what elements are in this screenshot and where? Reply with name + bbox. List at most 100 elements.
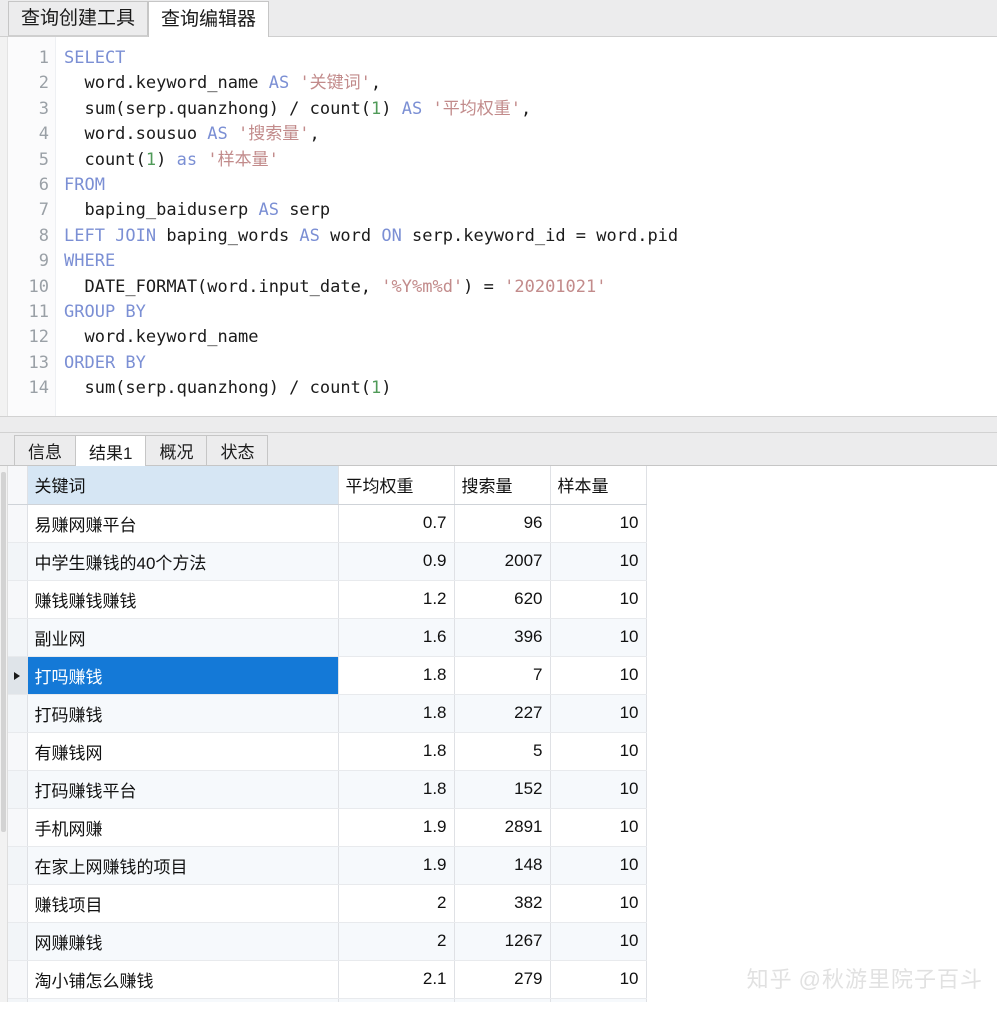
table-row[interactable]: 赚钱项目 2 382 10: [8, 884, 647, 923]
cell-avg-weight[interactable]: 1.8: [338, 694, 455, 733]
cell-avg-weight[interactable]: 2: [338, 922, 455, 961]
table-row[interactable]: 打码赚钱 1.8 227 10: [8, 694, 647, 733]
cell-sample-count[interactable]: 10: [550, 808, 647, 847]
row-indicator-cell[interactable]: [8, 732, 28, 771]
row-indicator-cell[interactable]: [8, 504, 28, 543]
cell-search-count[interactable]: 279: [454, 960, 551, 999]
row-indicator-cell[interactable]: [8, 694, 28, 733]
table-row[interactable]: 易赚网赚平台 0.7 96 10: [8, 504, 647, 543]
tab-result-1[interactable]: 结果1: [75, 435, 147, 466]
cell-avg-weight[interactable]: 2.1: [338, 998, 455, 1002]
cell-search-count[interactable]: 148: [454, 846, 551, 885]
cell-search-count[interactable]: 5: [454, 732, 551, 771]
cell-sample-count[interactable]: 10: [550, 960, 647, 999]
cell-keyword[interactable]: 淘小铺怎么赚钱: [27, 960, 339, 999]
cell-search-count[interactable]: 2007: [454, 542, 551, 581]
table-row[interactable]: 打码赚钱平台 1.8 152 10: [8, 770, 647, 809]
cell-avg-weight[interactable]: 1.2: [338, 580, 455, 619]
results-table[interactable]: 关键词 平均权重 搜索量 样本量 易赚网赚平台 0.7 96 10 中学生赚钱的40个方…: [8, 466, 647, 1002]
cell-keyword[interactable]: 手机网赚: [27, 808, 339, 847]
table-row[interactable]: 有赚钱网 1.8 5 10: [8, 732, 647, 771]
table-row[interactable]: 网赚赚钱 2 1267 10: [8, 922, 647, 961]
table-row[interactable]: 淘小铺怎么赚钱 2.1 279 10: [8, 960, 647, 999]
row-indicator-cell[interactable]: [8, 770, 28, 809]
cell-keyword[interactable]: 在家上网赚钱的项目: [27, 846, 339, 885]
row-indicator-cell[interactable]: [8, 580, 28, 619]
cell-sample-count[interactable]: 10: [550, 656, 647, 695]
row-indicator-cell[interactable]: [8, 656, 28, 695]
row-indicator-cell[interactable]: [8, 884, 28, 923]
cell-sample-count[interactable]: 10: [550, 998, 647, 1002]
grid-vertical-scrollbar[interactable]: [0, 466, 8, 1002]
cell-keyword[interactable]: 微信答题赚钱每题5元: [27, 998, 339, 1002]
cell-sample-count[interactable]: 10: [550, 884, 647, 923]
cell-keyword[interactable]: 网赚赚钱: [27, 922, 339, 961]
row-indicator-cell[interactable]: [8, 998, 28, 1002]
cell-keyword[interactable]: 打吗赚钱: [27, 656, 339, 695]
table-row[interactable]: 手机网赚 1.9 2891 10: [8, 808, 647, 847]
cell-keyword[interactable]: 打码赚钱: [27, 694, 339, 733]
tab-info[interactable]: 信息: [14, 435, 76, 465]
cell-keyword[interactable]: 易赚网赚平台: [27, 504, 339, 543]
cell-avg-weight[interactable]: 1.6: [338, 618, 455, 657]
cell-search-count[interactable]: 7: [454, 656, 551, 695]
cell-search-count[interactable]: 396: [454, 618, 551, 657]
tab-status[interactable]: 状态: [206, 435, 269, 465]
table-row[interactable]: 微信答题赚钱每题5元2.168310: [8, 998, 647, 1002]
cell-sample-count[interactable]: 10: [550, 846, 647, 885]
cell-avg-weight[interactable]: 1.8: [338, 770, 455, 809]
cell-keyword[interactable]: 赚钱项目: [27, 884, 339, 923]
cell-sample-count[interactable]: 10: [550, 618, 647, 657]
cell-avg-weight[interactable]: 0.9: [338, 542, 455, 581]
cell-avg-weight[interactable]: 1.8: [338, 732, 455, 771]
table-row[interactable]: 赚钱赚钱赚钱 1.2 620 10: [8, 580, 647, 619]
cell-search-count[interactable]: 382: [454, 884, 551, 923]
row-indicator-cell[interactable]: [8, 922, 28, 961]
cell-avg-weight[interactable]: 0.7: [338, 504, 455, 543]
table-row[interactable]: 打吗赚钱 1.8 7 10: [8, 656, 647, 695]
cell-keyword[interactable]: 有赚钱网: [27, 732, 339, 771]
cell-sample-count[interactable]: 10: [550, 770, 647, 809]
cell-keyword[interactable]: 副业网: [27, 618, 339, 657]
column-header-avg-weight[interactable]: 平均权重: [338, 466, 455, 505]
cell-search-count[interactable]: 683: [454, 998, 551, 1002]
cell-avg-weight[interactable]: 2.1: [338, 960, 455, 999]
row-indicator-cell[interactable]: [8, 808, 28, 847]
tab-query-editor[interactable]: 查询编辑器: [148, 1, 270, 37]
cell-search-count[interactable]: 620: [454, 580, 551, 619]
cell-search-count[interactable]: 152: [454, 770, 551, 809]
sql-code-area[interactable]: SELECT word.keyword_name AS '关键词', sum(s…: [56, 37, 997, 416]
row-indicator-cell[interactable]: [8, 542, 28, 581]
tab-query-builder[interactable]: 查询创建工具: [8, 1, 149, 36]
table-row[interactable]: 副业网 1.6 396 10: [8, 618, 647, 657]
cell-sample-count[interactable]: 10: [550, 580, 647, 619]
table-row[interactable]: 中学生赚钱的40个方法 0.9 2007 10: [8, 542, 647, 581]
cell-keyword[interactable]: 打码赚钱平台: [27, 770, 339, 809]
row-indicator-cell[interactable]: [8, 846, 28, 885]
cell-sample-count[interactable]: 10: [550, 542, 647, 581]
cell-search-count[interactable]: 2891: [454, 808, 551, 847]
cell-sample-count[interactable]: 10: [550, 694, 647, 733]
column-header-keyword[interactable]: 关键词: [27, 466, 339, 505]
row-indicator-cell[interactable]: [8, 618, 28, 657]
column-header-search-count[interactable]: 搜索量: [454, 466, 551, 505]
cell-search-count[interactable]: 96: [454, 504, 551, 543]
row-indicator-cell[interactable]: [8, 960, 28, 999]
editor-vertical-scrollbar[interactable]: [0, 37, 8, 416]
panel-splitter[interactable]: [0, 416, 997, 433]
grid-scrollbar-thumb[interactable]: [1, 472, 6, 832]
tab-profile[interactable]: 概况: [145, 435, 208, 465]
cell-sample-count[interactable]: 10: [550, 732, 647, 771]
cell-keyword[interactable]: 中学生赚钱的40个方法: [27, 542, 339, 581]
cell-avg-weight[interactable]: 1.9: [338, 846, 455, 885]
table-row[interactable]: 在家上网赚钱的项目 1.9 148 10: [8, 846, 647, 885]
sql-editor[interactable]: 1 2 3 4 5 6 7 8 9 10 11 12 13 14 SELECT word.keyword_…: [0, 37, 997, 416]
cell-avg-weight[interactable]: 1.8: [338, 656, 455, 695]
cell-search-count[interactable]: 227: [454, 694, 551, 733]
cell-search-count[interactable]: 1267: [454, 922, 551, 961]
cell-avg-weight[interactable]: 2: [338, 884, 455, 923]
cell-avg-weight[interactable]: 1.9: [338, 808, 455, 847]
cell-keyword[interactable]: 赚钱赚钱赚钱: [27, 580, 339, 619]
column-header-sample-count[interactable]: 样本量: [550, 466, 647, 505]
cell-sample-count[interactable]: 10: [550, 922, 647, 961]
